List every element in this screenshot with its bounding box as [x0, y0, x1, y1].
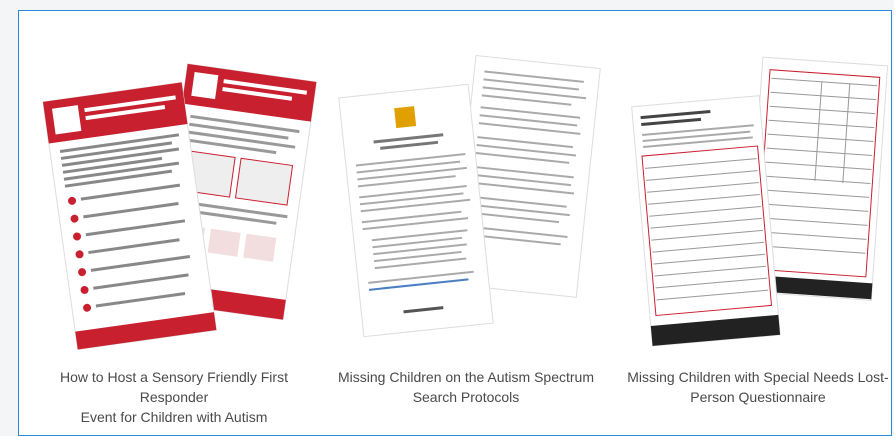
- resource-card-search-protocols[interactable]: Missing Children on the Autism Spectrum …: [321, 51, 611, 431]
- form-thumbnail[interactable]: [613, 51, 894, 351]
- resource-title-line1[interactable]: How to Host a Sensory Friendly First Res…: [29, 367, 319, 407]
- resource-title[interactable]: Missing Children on the Autism Spectrum …: [321, 367, 611, 407]
- resource-card-questionnaire[interactable]: Missing Children with Special Needs Lost…: [613, 51, 894, 431]
- resource-title-line2[interactable]: Search Protocols: [321, 387, 611, 407]
- resource-title-line2[interactable]: Event for Children with Autism: [29, 407, 319, 427]
- document-thumbnail[interactable]: [321, 51, 611, 351]
- resource-title[interactable]: How to Host a Sensory Friendly First Res…: [29, 367, 319, 427]
- resource-card-sensory-event[interactable]: How to Host a Sensory Friendly First Res…: [29, 51, 319, 431]
- resource-gallery: How to Host a Sensory Friendly First Res…: [18, 10, 892, 436]
- resource-title[interactable]: Missing Children with Special Needs Lost…: [613, 367, 894, 407]
- left-margin: [0, 0, 18, 429]
- resource-title-line1[interactable]: Missing Children on the Autism Spectrum: [321, 367, 611, 387]
- resource-title-line2[interactable]: Person Questionnaire: [613, 387, 894, 407]
- resource-title-line1[interactable]: Missing Children with Special Needs Lost…: [613, 367, 894, 387]
- flyer-thumbnail[interactable]: [29, 51, 319, 351]
